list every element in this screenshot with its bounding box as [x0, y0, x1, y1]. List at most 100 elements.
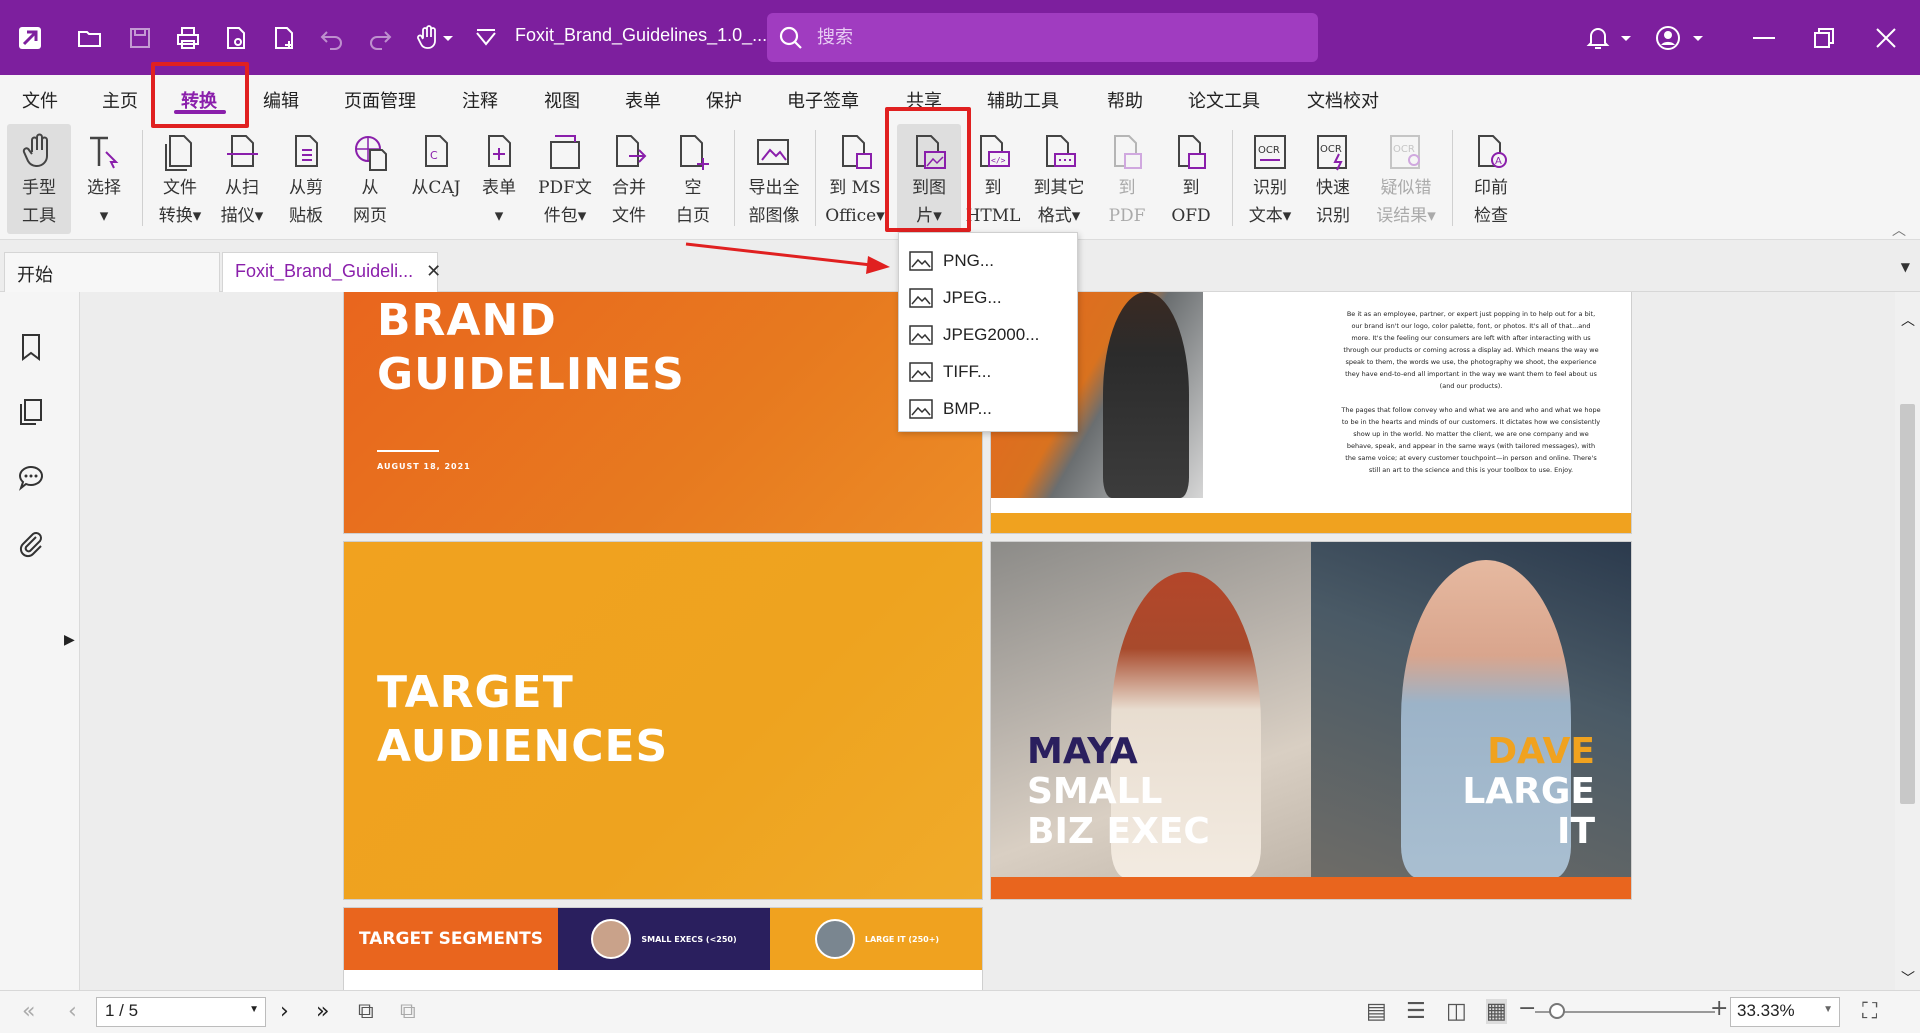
previous-page-icon[interactable]: ‹: [68, 999, 77, 1024]
undo-icon[interactable]: [316, 22, 348, 54]
continuous-facing-view-icon[interactable]: ▦: [1486, 999, 1507, 1024]
vertical-scrollbar[interactable]: ︿ ﹀: [1895, 292, 1920, 990]
page-thumbnails-icon[interactable]: [16, 397, 48, 429]
chevron-down-icon[interactable]: ▼: [1823, 1004, 1833, 1015]
menu-e-signature[interactable]: 电子签章: [787, 87, 859, 113]
tab-document[interactable]: Foxit_Brand_Guideli... ✕: [222, 252, 441, 292]
chevron-down-icon[interactable]: [1618, 22, 1634, 54]
zoom-out-icon[interactable]: −: [1518, 996, 1536, 1021]
restore-icon[interactable]: [1808, 22, 1840, 54]
tab-close-icon[interactable]: ✕: [426, 261, 441, 281]
page-number-field[interactable]: 1 / 5 ▼: [96, 997, 266, 1027]
highlight-to-image-button: [885, 107, 971, 232]
zoom-slider-handle[interactable]: [1548, 1003, 1565, 1019]
merge-files-button[interactable]: 合并 文件: [600, 124, 658, 234]
scanner-icon: [220, 130, 264, 174]
to-html-icon: </>: [971, 130, 1015, 174]
ocr-suspect-results-button[interactable]: OCR 疑似错 误结果▾: [1368, 124, 1444, 234]
menu-proofread[interactable]: 文档校对: [1307, 87, 1379, 113]
svg-text:OCR: OCR: [1258, 145, 1280, 156]
pdf-package-button[interactable]: PDF文 件包▾: [534, 124, 596, 234]
pdf-package-icon: [543, 130, 587, 174]
blank-page-button[interactable]: 空 白页: [664, 124, 722, 234]
blank-page-label: 空 白页: [676, 178, 710, 226]
menu-edit[interactable]: 编辑: [263, 87, 299, 113]
expand-panel-icon[interactable]: ▶: [64, 632, 75, 648]
tab-start[interactable]: 开始: [4, 252, 220, 292]
menu-page-management[interactable]: 页面管理: [344, 87, 416, 113]
zoom-field[interactable]: 33.33% ▼: [1730, 997, 1840, 1027]
menu-help[interactable]: 帮助: [1107, 87, 1143, 113]
new-file-icon[interactable]: [268, 22, 300, 54]
fullscreen-icon[interactable]: ⛶: [1862, 999, 1877, 1024]
image-icon: [909, 250, 933, 271]
file-properties-icon[interactable]: [220, 22, 252, 54]
first-page-icon[interactable]: «: [22, 999, 35, 1024]
menu-view[interactable]: 视图: [544, 87, 580, 113]
chevron-down-icon[interactable]: ▼: [249, 1004, 259, 1015]
menu-file[interactable]: 文件: [22, 87, 58, 113]
menu-protect[interactable]: 保护: [706, 87, 742, 113]
menu-item-jpeg[interactable]: JPEG...: [899, 279, 1077, 316]
chevron-down-icon[interactable]: [1690, 22, 1706, 54]
scroll-down-icon[interactable]: ﹀: [1901, 968, 1915, 988]
open-folder-icon[interactable]: [74, 22, 106, 54]
scroll-up-icon[interactable]: ︿: [1901, 310, 1915, 330]
from-scanner-button[interactable]: 从扫 描仪▾: [212, 124, 272, 234]
quick-ocr-button[interactable]: OCR 快速 识别: [1304, 124, 1362, 234]
minimize-icon[interactable]: [1748, 22, 1780, 54]
chevron-down-icon[interactable]: [440, 22, 456, 54]
to-ms-office-button[interactable]: 到 MS Office▾: [822, 124, 888, 234]
menu-form[interactable]: 表单: [625, 87, 661, 113]
bookmark-icon[interactable]: [16, 332, 48, 364]
ribbon-collapse-icon[interactable]: ︿: [1892, 220, 1906, 240]
menu-comment[interactable]: 注释: [462, 87, 498, 113]
from-caj-button[interactable]: C 从CAJ: [405, 124, 467, 234]
to-html-button[interactable]: </> 到 HTML: [965, 124, 1021, 234]
next-view-icon[interactable]: ⧉: [400, 999, 416, 1024]
customize-toolbar-icon[interactable]: [470, 22, 502, 54]
to-office-icon: [833, 130, 877, 174]
to-ofd-button[interactable]: 到 OFD: [1162, 124, 1220, 234]
menu-accessibility[interactable]: 辅助工具: [987, 87, 1059, 113]
next-page-icon[interactable]: ›: [280, 999, 289, 1024]
menu-item-jpeg2000[interactable]: JPEG2000...: [899, 316, 1077, 353]
menu-home[interactable]: 主页: [102, 87, 138, 113]
scrollbar-thumb[interactable]: [1900, 404, 1915, 804]
preflight-button[interactable]: A 印前 检查: [1460, 124, 1522, 234]
print-icon[interactable]: [172, 22, 204, 54]
tabs-dropdown-icon[interactable]: ▼: [1901, 260, 1910, 274]
bell-icon[interactable]: [1582, 22, 1614, 54]
previous-view-icon[interactable]: ⧉: [358, 999, 374, 1024]
file-convert-button[interactable]: 文件 转换▾: [150, 124, 210, 234]
user-account-icon[interactable]: [1652, 22, 1684, 54]
foxit-logo-icon[interactable]: [14, 22, 46, 54]
close-icon[interactable]: [1870, 22, 1902, 54]
to-pdf-button[interactable]: 到 PDF: [1100, 124, 1154, 234]
search-box[interactable]: [767, 13, 1318, 62]
continuous-view-icon[interactable]: ☰: [1406, 999, 1426, 1024]
form-button[interactable]: 表单 ▾: [470, 124, 528, 234]
from-web-page-button[interactable]: 从 网页: [340, 124, 400, 234]
menu-item-png[interactable]: PNG...: [899, 242, 1077, 279]
facing-view-icon[interactable]: ◫: [1446, 999, 1467, 1024]
redo-icon[interactable]: [364, 22, 396, 54]
attachment-icon[interactable]: [16, 528, 48, 560]
to-other-format-button[interactable]: 到其它 格式▾: [1025, 124, 1093, 234]
select-button[interactable]: 选择 ▾: [76, 124, 132, 234]
export-all-images-button[interactable]: 导出全 部图像: [741, 124, 807, 234]
menu-item-tiff[interactable]: TIFF...: [899, 353, 1077, 390]
search-input[interactable]: [817, 27, 1297, 48]
quick-ocr-label: 快速 识别: [1316, 178, 1350, 226]
menu-item-bmp[interactable]: BMP...: [899, 390, 1077, 427]
menu-thesis-tools[interactable]: 论文工具: [1188, 87, 1260, 113]
last-page-icon[interactable]: »: [316, 999, 329, 1024]
single-page-view-icon[interactable]: ▤: [1366, 999, 1387, 1024]
from-clipboard-button[interactable]: 从剪 贴板: [276, 124, 336, 234]
hand-tool-button[interactable]: 手型 工具: [7, 124, 71, 234]
save-icon[interactable]: [124, 22, 156, 54]
zoom-in-icon[interactable]: +: [1710, 996, 1728, 1021]
comments-icon[interactable]: [16, 462, 48, 494]
segment-large-label: LARGE IT (250+): [864, 934, 940, 944]
ocr-text-button[interactable]: OCR 识别 文本▾: [1238, 124, 1302, 234]
